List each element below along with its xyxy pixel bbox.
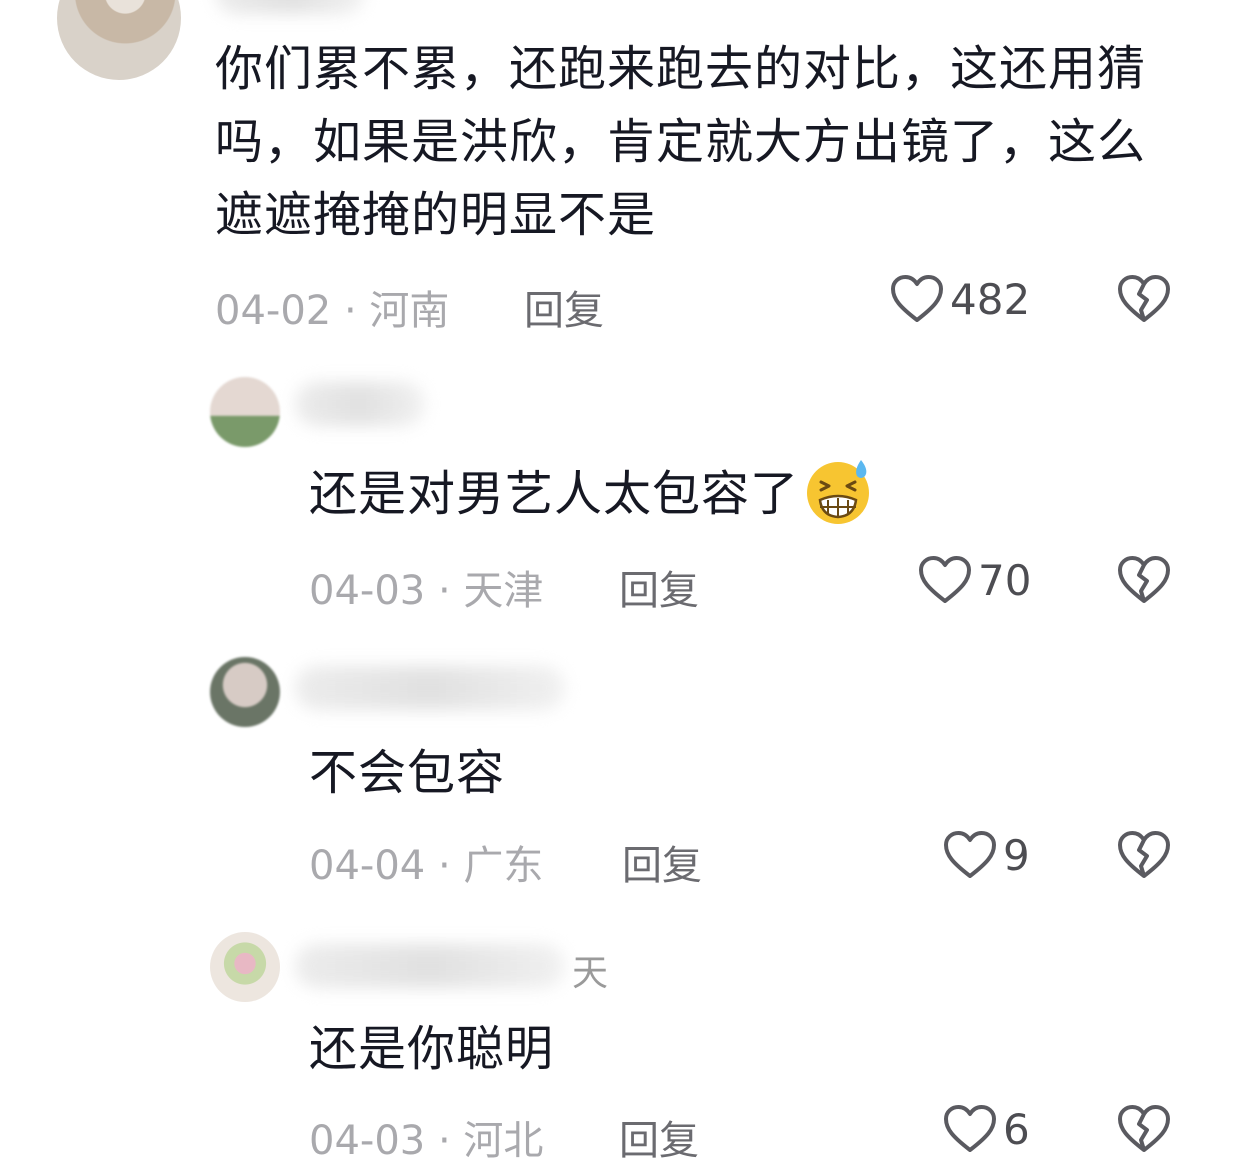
comment-text: 你们累不累，还跑来跑去的对比，这还用猜 吗，如果是洪欣，肯定就大方出镜了，这么 … [215,33,1146,252]
comment-date: 04-03 [309,568,426,614]
heart-outline-icon [891,275,943,322]
avatar[interactable] [210,657,280,727]
reply-button[interactable]: 回复 [622,833,702,891]
like-count: 482 [950,274,1031,324]
comment-location: 河南 [369,288,450,334]
comment-text: 还是你聪明 [309,1021,555,1077]
like-count: 6 [1003,1104,1030,1154]
username-blurred[interactable] [295,666,565,710]
like-button[interactable]: 6 [943,1104,1030,1154]
heart-outline-icon [944,831,996,878]
meta-separator: · [425,843,464,889]
broken-heart-icon[interactable] [1117,830,1171,880]
comment-date: 04-02 [215,288,332,334]
reply-button[interactable]: 回复 [524,278,604,336]
meta-separator: · [425,568,464,614]
meta-separator: · [425,1118,464,1164]
comment-date: 04-03 [309,1118,426,1164]
like-count: 70 [978,555,1032,605]
comment-location: 广东 [463,843,544,889]
broken-heart-icon[interactable] [1117,1104,1171,1154]
reply-button[interactable]: 回复 [619,558,699,616]
avatar[interactable] [57,0,181,80]
comment-meta: 04-02 · 河南 [215,278,449,336]
comment-meta: 04-03 · 河北 [309,1108,543,1166]
comment-date: 04-04 [309,843,426,889]
broken-heart-icon[interactable] [1117,274,1171,324]
comment-text: 还是对男艺人太包容了 [309,458,873,532]
comment-location: 天津 [463,568,544,614]
heart-outline-icon [919,556,971,603]
comment-text-line: 遮遮掩掩的明显不是 [215,187,657,243]
comment-meta: 04-04 · 广东 [309,833,543,891]
comment-location: 河北 [463,1118,544,1164]
heart-outline-icon [944,1105,996,1152]
comment-text: 不会包容 [309,745,506,801]
like-button[interactable]: 70 [918,555,1031,605]
comment-text-line: 你们累不累，还跑来跑去的对比，这还用猜 [215,41,1147,97]
broken-heart-icon[interactable] [1117,555,1171,605]
like-button[interactable]: 9 [943,830,1030,880]
comment-text-line: 吗，如果是洪欣，肯定就大方出镜了，这么 [215,114,1147,170]
username-visible-part: 天 [572,953,609,994]
like-count: 9 [1003,830,1030,880]
username-blurred[interactable] [215,0,365,14]
grin-sweat-emoji [807,460,870,524]
avatar[interactable] [210,377,280,447]
username-blurred[interactable] [295,382,425,426]
comment-meta: 04-03 · 天津 [309,558,543,616]
meta-separator: · [331,288,370,334]
comment-text-line: 还是对男艺人太包容了 [309,466,800,522]
avatar[interactable] [210,932,280,1002]
reply-button[interactable]: 回复 [619,1108,699,1166]
like-button[interactable]: 482 [890,274,1030,324]
username-blurred[interactable] [295,944,565,988]
